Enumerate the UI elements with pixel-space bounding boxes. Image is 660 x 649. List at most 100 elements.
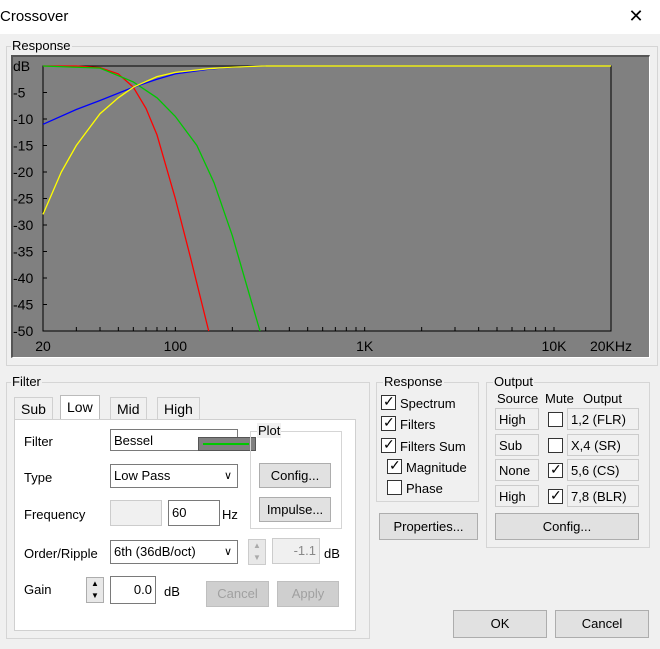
response-chart: dB -5 -10 -15 -20 -25 -30 -35 -40 -45 -5020 100 1K 10…: [13, 58, 632, 354]
spin-down-icon[interactable]: ▼: [87, 590, 103, 602]
filters-sum-checkbox[interactable]: ✓: [381, 436, 396, 453]
order-ripple-label: Order/Ripple: [24, 546, 98, 561]
y-tick-label: -50: [13, 323, 33, 339]
plot-color-swatch[interactable]: [198, 437, 256, 451]
phase-label: Phase: [406, 481, 443, 496]
output-cell-4: 7,8 (BLR): [567, 485, 639, 507]
check-icon: ✓: [550, 487, 562, 503]
mute-checkbox-4[interactable]: ✓: [548, 487, 563, 504]
chevron-down-icon: ∨: [223, 546, 232, 558]
x-tick-label: 20: [35, 338, 51, 354]
plot-frame: [42, 65, 612, 332]
y-tick-label: -5: [13, 85, 26, 101]
ripple-unit: dB: [324, 546, 340, 561]
mute-header: Mute: [545, 391, 574, 406]
spectrum-label: Spectrum: [400, 396, 456, 411]
gain-label: Gain: [24, 582, 52, 597]
spin-up-icon: ▲: [253, 541, 261, 550]
output-header: Output: [583, 391, 623, 406]
filter-apply-button[interactable]: Apply: [277, 581, 339, 607]
output-cell-3: 5,6 (CS): [567, 459, 639, 481]
x-tick-label: 1K: [356, 338, 374, 354]
frequency-input[interactable]: 60: [168, 500, 220, 526]
order-value: 6th (36dB/oct): [114, 544, 196, 559]
y-tick-label: -20: [13, 164, 33, 180]
spin-up-icon[interactable]: ▲: [87, 578, 103, 590]
source-header: Source: [497, 391, 539, 406]
filters-sum-label: Filters Sum: [400, 439, 466, 454]
frequency-value: 60: [172, 505, 187, 520]
gain-input[interactable]: 0.0: [110, 576, 156, 604]
response-options-label: Response: [383, 374, 444, 389]
plot-config-button[interactable]: Config...: [259, 463, 331, 488]
order-select[interactable]: 6th (36dB/oct) ∨: [110, 540, 238, 564]
x-tick-label: 20KHz: [590, 338, 632, 354]
filters-checkbox[interactable]: ✓: [381, 414, 396, 431]
type-label: Type: [24, 470, 53, 485]
phase-checkbox[interactable]: [387, 480, 402, 495]
spectrum-checkbox[interactable]: ✓: [381, 393, 396, 410]
output-config-button[interactable]: Config...: [495, 513, 639, 540]
mute-checkbox-2[interactable]: [548, 438, 563, 453]
window-title: Crossover: [0, 8, 69, 25]
type-select[interactable]: Low Pass ∨: [110, 464, 238, 488]
type-value: Low Pass: [114, 468, 171, 483]
tab-sub[interactable]: Sub: [14, 397, 53, 420]
y-tick-label: -30: [13, 217, 33, 233]
mute-checkbox-1[interactable]: [548, 412, 563, 427]
series-line-1: [43, 65, 210, 332]
source-cell-3: None: [495, 459, 539, 481]
y-tick-label: -10: [13, 111, 33, 127]
gain-value: 0.0: [133, 582, 152, 597]
ripple-stepper: ▲ ▼: [248, 539, 266, 565]
output-cell-2: X,4 (SR): [567, 434, 639, 456]
gain-unit: dB: [164, 584, 180, 599]
magnitude-label: Magnitude: [406, 460, 467, 475]
ripple-input: -1.1: [272, 538, 320, 564]
filter-group-label: Filter: [11, 374, 42, 389]
x-tick-label: 100: [164, 338, 188, 354]
ok-button[interactable]: OK: [453, 610, 547, 638]
tab-high[interactable]: High: [157, 397, 200, 420]
filter-label: Filter: [24, 434, 53, 449]
check-icon: ✓: [383, 436, 395, 452]
ripple-value: -1.1: [293, 543, 316, 558]
tab-low[interactable]: Low: [60, 395, 100, 421]
check-icon: ✓: [550, 461, 562, 477]
check-icon: ✓: [383, 414, 395, 430]
title-bar: [0, 0, 660, 34]
response-plot: dB -5 -10 -15 -20 -25 -30 -35 -40 -45 -50 20 100 1K 10…: [11, 55, 650, 358]
check-icon: ✓: [383, 393, 395, 409]
impulse-button[interactable]: Impulse...: [259, 497, 331, 522]
cancel-button[interactable]: Cancel: [555, 610, 649, 638]
filter-value: Bessel: [114, 433, 154, 448]
output-cell-1: 1,2 (FLR): [567, 408, 639, 430]
y-tick-label: -40: [13, 270, 33, 286]
series-line-3: [42, 65, 266, 125]
y-tick-label: -35: [13, 244, 33, 260]
output-group-label: Output: [493, 374, 535, 389]
series-line-2: [42, 65, 261, 332]
check-icon: ✓: [389, 457, 401, 473]
series-line-4: [42, 65, 611, 215]
source-cell-1: High: [495, 408, 539, 430]
y-tick-label: -15: [13, 138, 33, 154]
close-icon[interactable]: ✕: [626, 6, 646, 26]
mute-checkbox-3[interactable]: ✓: [548, 461, 563, 478]
y-tick-label: -25: [13, 191, 33, 207]
filters-label: Filters: [400, 417, 436, 432]
plot-group-label: Plot: [257, 423, 282, 438]
frequency-disabled-field: [110, 500, 162, 526]
response-group-label: Response: [11, 38, 72, 53]
magnitude-checkbox[interactable]: ✓: [387, 457, 402, 474]
tab-mid[interactable]: Mid: [110, 397, 147, 420]
frequency-label: Frequency: [24, 507, 86, 522]
gain-stepper[interactable]: ▲ ▼: [86, 577, 104, 603]
frequency-unit: Hz: [222, 507, 238, 522]
source-cell-2: Sub: [495, 434, 539, 456]
x-tick-label: 10K: [542, 338, 568, 354]
chevron-down-icon: ∨: [223, 470, 232, 482]
y-tick-label: dB: [13, 58, 30, 74]
filter-cancel-button[interactable]: Cancel: [206, 581, 269, 607]
properties-button[interactable]: Properties...: [379, 513, 478, 540]
